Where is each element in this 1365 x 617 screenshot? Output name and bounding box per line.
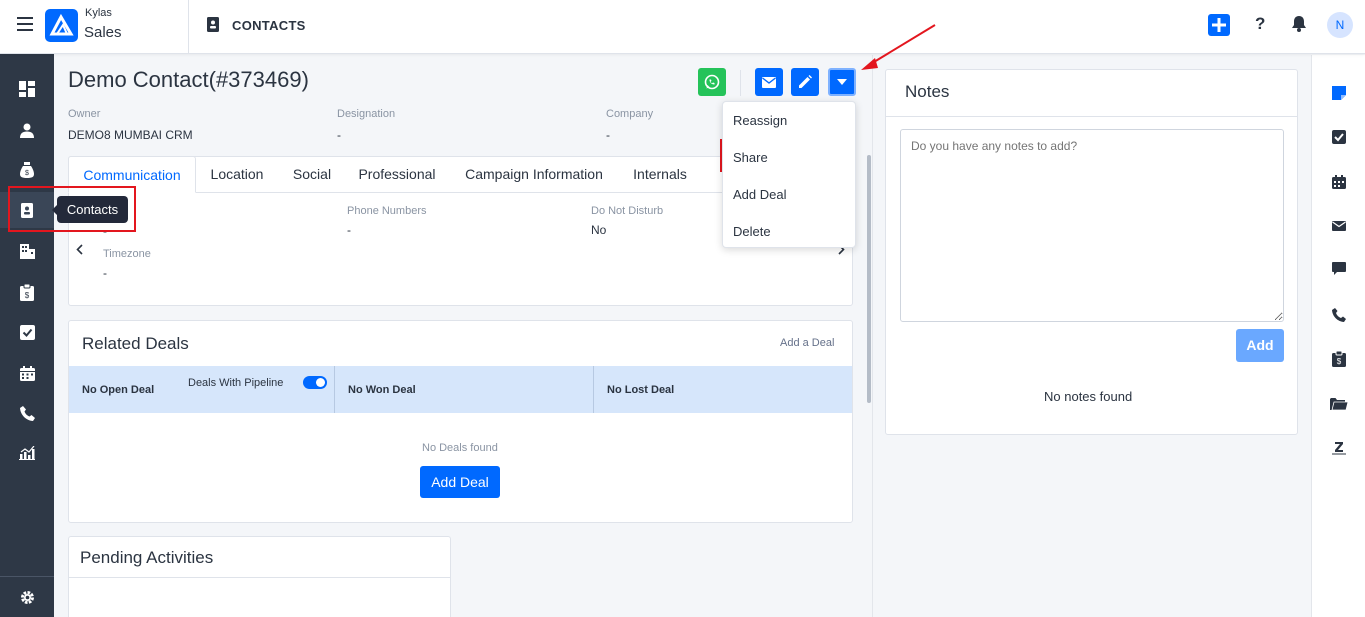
tab-internals[interactable]: Internals <box>624 156 696 193</box>
company-label: Company <box>606 108 654 120</box>
help-icon[interactable]: ? <box>1255 14 1265 34</box>
tab-social[interactable]: Social <box>282 156 342 193</box>
phone-label: Phone Numbers <box>347 205 427 217</box>
owner-value: DEMO8 MUMBAI CRM <box>68 128 193 142</box>
nav-quotes-icon[interactable]: $ <box>0 274 54 310</box>
rail-phone-icon[interactable] <box>1312 303 1365 327</box>
brand-name: Kylas <box>85 7 112 19</box>
pending-activities-title: Pending Activities <box>80 548 214 567</box>
rail-notes-icon[interactable] <box>1312 81 1365 105</box>
dnd-label: Do Not Disturb <box>591 205 664 217</box>
tab-location[interactable]: Location <box>198 156 276 193</box>
main-scrollbar[interactable] <box>867 155 871 403</box>
chevron-left-icon[interactable] <box>76 242 83 260</box>
left-sidebar: $ $ <box>0 54 54 617</box>
user-avatar[interactable]: N <box>1327 12 1353 38</box>
contact-title: Demo Contact(#373469) <box>68 67 309 92</box>
page-breadcrumb: CONTACTS <box>232 18 306 33</box>
menu-item-share[interactable]: Share <box>733 150 768 165</box>
lost-deal-label: No Lost Deal <box>607 384 675 396</box>
dnd-value: No <box>591 223 607 237</box>
deal-col-divider <box>593 366 594 413</box>
open-deal-label: No Open Deal <box>82 384 155 396</box>
right-rail: $ <box>1311 55 1365 617</box>
contacts-highlight-box <box>8 186 136 232</box>
nav-calendar-icon[interactable] <box>0 355 54 391</box>
action-divider <box>740 70 741 96</box>
svg-text:$: $ <box>1337 357 1342 366</box>
timezone-value: - <box>103 266 107 280</box>
add-a-deal-link[interactable]: Add a Deal <box>780 337 834 349</box>
red-arrow-annotation <box>861 24 936 70</box>
related-deals-title: Related Deals <box>82 334 189 353</box>
tab-campaign-information[interactable]: Campaign Information <box>456 156 612 193</box>
contact-card-icon <box>207 17 220 37</box>
pipeline-toggle[interactable] <box>303 376 327 389</box>
add-deal-button[interactable]: Add Deal <box>420 466 500 498</box>
svg-text:$: $ <box>25 291 30 300</box>
menu-icon[interactable] <box>17 17 33 31</box>
brand-product: Sales <box>84 24 122 41</box>
owner-label: Owner <box>68 108 101 120</box>
notes-textarea[interactable] <box>900 129 1284 322</box>
designation-label: Designation <box>337 108 396 120</box>
email-button[interactable] <box>755 68 783 96</box>
notes-title: Notes <box>905 82 950 101</box>
rail-zoom-icon[interactable] <box>1312 436 1365 460</box>
tab-professional[interactable]: Professional <box>348 156 446 193</box>
more-actions-button[interactable] <box>828 68 856 96</box>
add-new-button[interactable] <box>1208 14 1230 36</box>
nav-reports-icon[interactable] <box>0 435 54 471</box>
more-actions-dropdown: Reassign Share Add Deal Delete <box>722 101 856 248</box>
rail-folder-icon[interactable] <box>1312 392 1365 416</box>
kylas-logo[interactable] <box>45 9 78 42</box>
company-value: - <box>606 128 610 142</box>
designation-value: - <box>337 128 341 142</box>
nav-calls-icon[interactable] <box>0 395 54 431</box>
rail-chat-icon[interactable] <box>1312 257 1365 281</box>
no-deals-text: No Deals found <box>422 442 498 454</box>
pipeline-toggle-label: Deals With Pipeline <box>188 377 284 389</box>
rail-calendar-icon[interactable] <box>1312 170 1365 194</box>
menu-item-add-deal[interactable]: Add Deal <box>733 187 786 202</box>
top-divider <box>188 0 189 54</box>
no-notes-text: No notes found <box>1044 389 1133 404</box>
whatsapp-icon <box>704 74 720 90</box>
nav-leads-icon[interactable] <box>0 112 54 148</box>
panel-divider <box>872 55 873 617</box>
add-note-button[interactable]: Add <box>1236 329 1284 362</box>
whatsapp-button[interactable] <box>698 68 726 96</box>
nav-tasks-icon[interactable] <box>0 314 54 350</box>
pending-divider <box>69 577 450 578</box>
rail-email-icon[interactable] <box>1312 214 1365 238</box>
top-bar: Kylas Sales CONTACTS ? N <box>0 0 1365 54</box>
svg-text:$: $ <box>25 170 29 177</box>
rail-tasks-icon[interactable] <box>1312 125 1365 149</box>
deal-col-divider <box>334 366 335 413</box>
bell-icon[interactable] <box>1291 15 1307 37</box>
nav-companies-icon[interactable] <box>0 233 54 269</box>
nav-dashboard-icon[interactable] <box>0 71 54 107</box>
menu-item-delete[interactable]: Delete <box>733 224 771 239</box>
edit-button[interactable] <box>791 68 819 96</box>
pencil-icon <box>799 75 812 88</box>
rail-quotes-icon[interactable]: $ <box>1312 347 1365 371</box>
deal-summary-header <box>69 366 852 413</box>
caret-down-icon <box>837 79 847 85</box>
phone-value: - <box>347 223 351 237</box>
timezone-label: Timezone <box>103 248 151 260</box>
menu-item-reassign[interactable]: Reassign <box>733 113 787 128</box>
notes-divider <box>886 116 1297 117</box>
nav-settings-icon[interactable] <box>0 576 54 617</box>
nav-deals-icon[interactable]: $ <box>0 152 54 188</box>
envelope-icon <box>762 76 776 88</box>
won-deal-label: No Won Deal <box>348 384 416 396</box>
